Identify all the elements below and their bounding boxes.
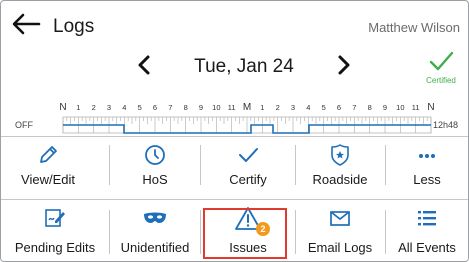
timeline-hour-label: 3: [107, 103, 111, 112]
envelope-icon: [330, 211, 350, 226]
timeline-hour-label: 5: [322, 103, 326, 112]
user-name: Matthew Wilson: [368, 20, 460, 35]
police-badge-icon: [331, 144, 349, 166]
mask-icon: [144, 212, 166, 223]
timeline-hour-label: 10: [212, 103, 220, 112]
timeline-hour-label: 2: [92, 103, 96, 112]
timeline-hour-label: 11: [412, 103, 420, 112]
timeline-hour-label: 6: [153, 103, 157, 112]
roadside-label: Roadside: [312, 172, 368, 187]
timeline-hour-label: 1: [76, 103, 80, 112]
certified-status: Certified: [419, 49, 463, 89]
duty-status-timeline[interactable]: OFF 12h48 N 1 2 3 4 5 6 7 8 9 10 11 M 1 2 3 4 5 6 7 8 9 10 11 N: [1, 93, 468, 139]
issues-highlight-frame: [203, 208, 287, 259]
roadside-button[interactable]: Roadside: [296, 137, 384, 193]
next-day-chevron-icon[interactable]: [335, 54, 353, 76]
timeline-hour-label: 2: [276, 103, 280, 112]
page-title: Logs: [53, 16, 95, 37]
timeline-hour-label: 5: [138, 103, 142, 112]
timeline-hour-label: 4: [306, 103, 310, 112]
timeline-hour-label: 11: [228, 103, 236, 112]
less-button[interactable]: Less: [386, 137, 468, 193]
timeline-graph: OFF 12h48 N 1 2 3 4 5 6 7 8 9 10 11 M 1 2 3 4 5 6 7 8 9 10 11 N: [15, 102, 458, 134]
action-row-primary: View/Edit HoS Certify Roadside Less: [1, 136, 468, 193]
all-events-button[interactable]: All Events: [386, 200, 468, 261]
edit-document-icon: [45, 209, 65, 227]
unidentified-label: Unidentified: [120, 240, 190, 255]
all-events-label: All Events: [398, 240, 456, 255]
timeline-hour-label: 9: [383, 103, 387, 112]
date-navigation: Tue, Jan 24 Certified: [1, 47, 468, 87]
back-arrow-icon[interactable]: [11, 13, 41, 35]
timeline-hour-label: 6: [337, 103, 341, 112]
previous-day-chevron-icon[interactable]: [135, 54, 153, 76]
logs-screen: Logs Matthew Wilson Tue, Jan 24 Certifie…: [0, 0, 469, 262]
off-status-label: OFF: [15, 120, 33, 130]
timeline-hour-label: 8: [184, 103, 188, 112]
timeline-hour-label: N: [427, 102, 434, 113]
timeline-hour-label: 10: [396, 103, 404, 112]
checkmark-icon: [239, 148, 258, 162]
certify-label: Certify: [229, 172, 267, 187]
hos-label: HoS: [142, 172, 168, 187]
certified-label: Certified: [426, 76, 456, 85]
email-logs-label: Email Logs: [307, 240, 373, 255]
timeline-hour-label: 3: [291, 103, 295, 112]
timeline-hour-label: 4: [122, 103, 126, 112]
certify-button[interactable]: Certify: [201, 137, 295, 193]
pencil-icon: [40, 146, 57, 163]
timeline-hour-label: N: [59, 102, 66, 113]
total-hours-label: 12h48: [433, 120, 458, 130]
timeline-hour-label: 1: [260, 103, 264, 112]
timeline-hour-label: 7: [168, 103, 172, 112]
header-bar: Logs Matthew Wilson: [1, 1, 468, 45]
pending-edits-button[interactable]: Pending Edits: [1, 200, 109, 261]
timeline-hour-label: M: [243, 102, 251, 113]
email-logs-button[interactable]: Email Logs: [296, 200, 384, 261]
view-edit-button[interactable]: View/Edit: [1, 137, 95, 193]
certified-check-icon: [429, 51, 454, 71]
pending-edits-label: Pending Edits: [14, 240, 96, 255]
current-date: Tue, Jan 24: [194, 56, 294, 77]
clock-icon: [145, 145, 165, 165]
list-icon: [418, 211, 436, 226]
timeline-hour-label: 8: [368, 103, 372, 112]
less-label: Less: [413, 172, 441, 187]
more-dots-icon: [419, 154, 435, 158]
view-edit-label: View/Edit: [21, 172, 75, 187]
hos-button[interactable]: HoS: [110, 137, 200, 193]
timeline-hour-label: 7: [352, 103, 356, 112]
timeline-hour-label: 9: [199, 103, 203, 112]
unidentified-button[interactable]: Unidentified: [110, 200, 200, 261]
